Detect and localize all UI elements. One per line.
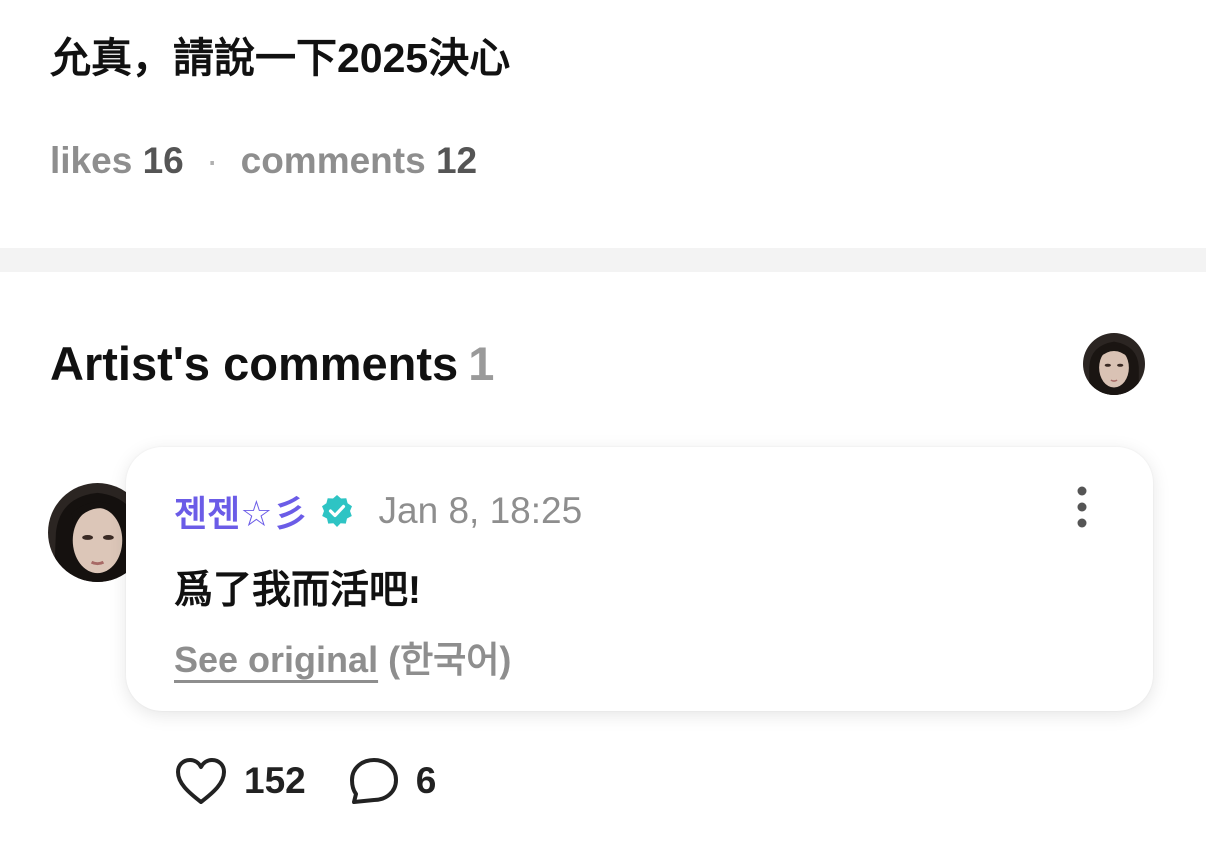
section-divider — [0, 248, 1206, 272]
original-language: (한국어) — [388, 639, 512, 680]
artist-avatar-small[interactable] — [1083, 333, 1145, 395]
artist-comment-card: 젠젠☆彡 Jan 8, 18:25 爲了我而活吧! See original (한… — [126, 447, 1153, 711]
post-page: 允真，請說一下2025決心 likes 16 · comments 12 Art… — [0, 0, 1206, 846]
translation-row: See original (한국어) — [174, 631, 511, 683]
comment-bubble-icon — [349, 758, 398, 804]
artist-avatar-image — [1083, 333, 1145, 395]
post-title: 允真，請說一下2025決心 — [50, 35, 511, 81]
post-stats: likes 16 · comments 12 — [50, 140, 477, 182]
comment-actions: 152 6 — [174, 756, 436, 806]
comment-header: 젠젠☆彡 Jan 8, 18:25 — [174, 485, 582, 537]
stats-separator: · — [206, 140, 219, 181]
like-button[interactable]: 152 — [174, 756, 306, 806]
comments-label: comments — [240, 140, 426, 181]
comment-text: 爲了我而活吧! — [174, 569, 421, 612]
verified-badge-icon — [321, 495, 352, 527]
artist-comments-count: 1 — [468, 337, 495, 390]
artist-comments-title: Artist's comments — [50, 337, 459, 390]
artist-comments-heading: Artist's comments 1 — [50, 336, 494, 391]
likes-label: likes — [50, 140, 133, 181]
comments-count: 12 — [435, 140, 478, 181]
see-original-link[interactable]: See original — [174, 639, 378, 680]
likes-count: 16 — [142, 140, 184, 181]
reply-count: 6 — [415, 760, 437, 801]
comment-timestamp: Jan 8, 18:25 — [378, 490, 583, 531]
reply-button[interactable]: 6 — [348, 756, 437, 806]
like-count: 152 — [244, 760, 306, 801]
more-vertical-icon[interactable] — [1070, 485, 1094, 529]
heart-icon — [176, 758, 226, 804]
comment-author-name[interactable]: 젠젠☆彡 — [174, 485, 309, 537]
